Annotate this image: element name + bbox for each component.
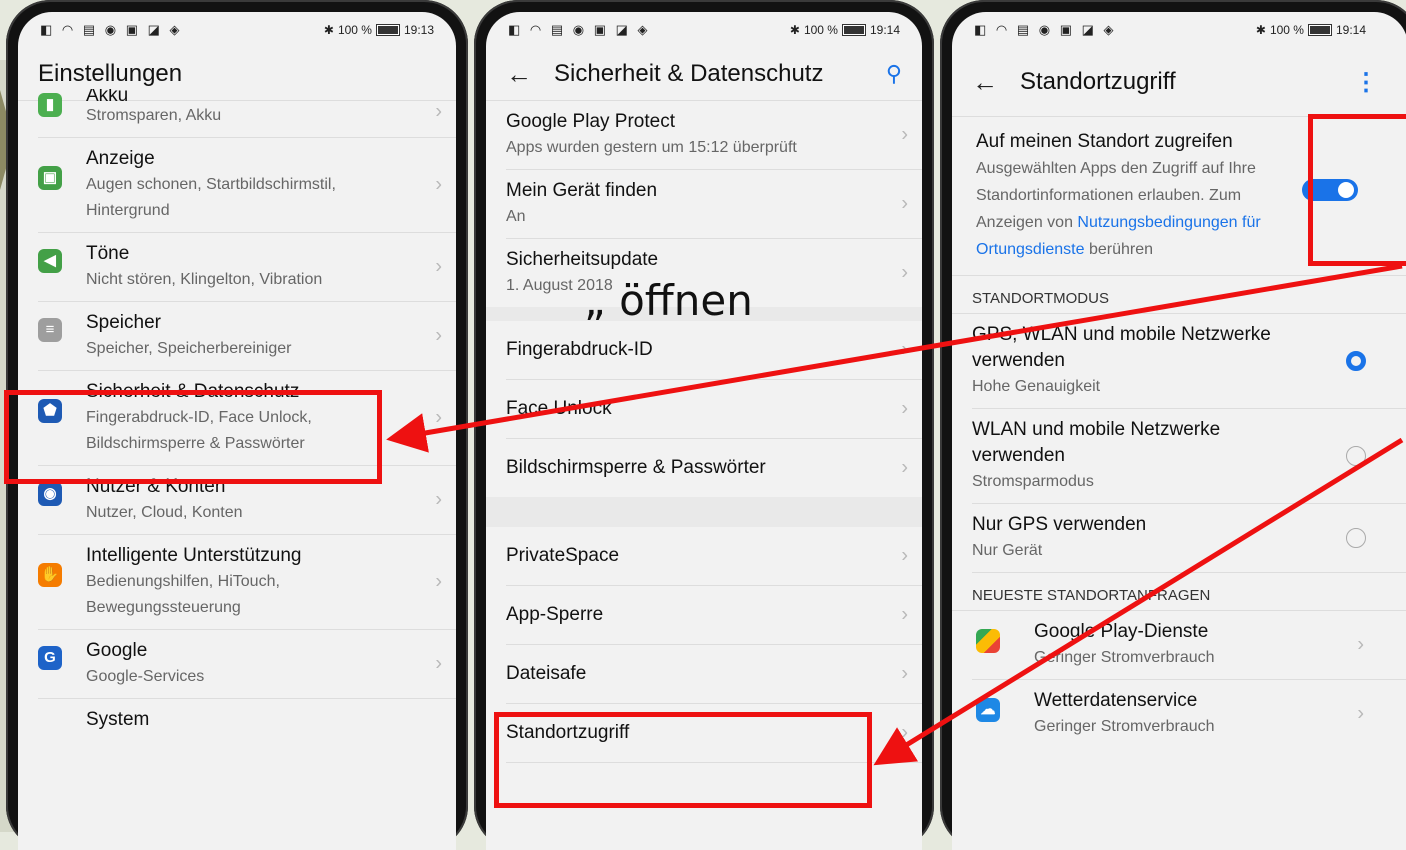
arrow-to-location: [873, 437, 1404, 766]
arrow-to-security: [386, 263, 1403, 453]
annotation-arrows: [386, 263, 1404, 766]
